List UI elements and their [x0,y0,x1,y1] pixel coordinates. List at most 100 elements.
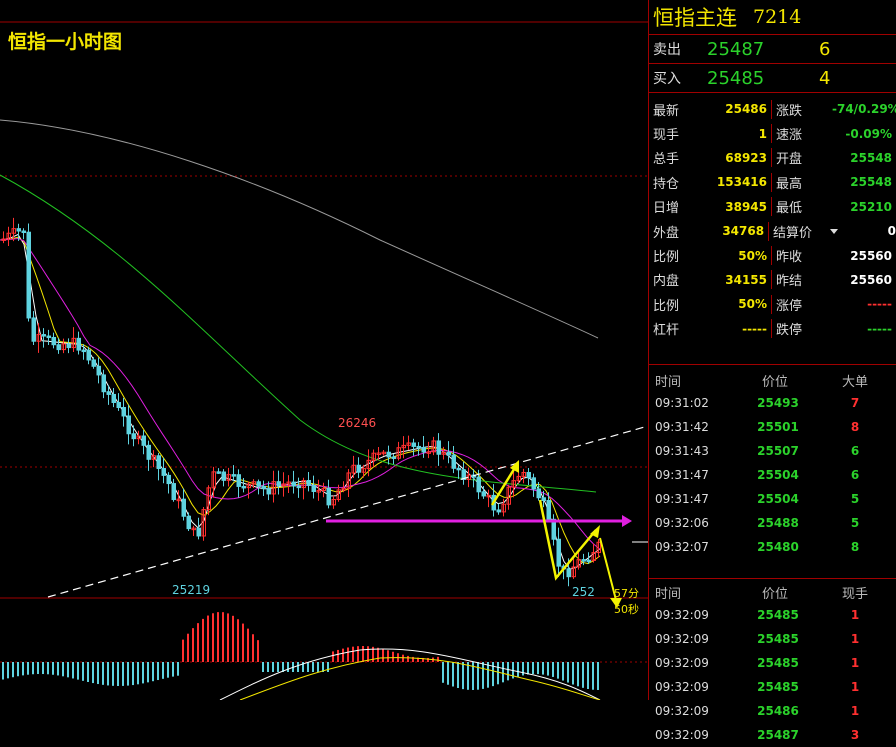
last-price-label: 252 [572,585,595,599]
candle-body [91,359,96,367]
tick-tape-section[interactable]: 时间 价位 现手 09:32:09 25485 1 09:32:09 25485 1 09:… [649,579,896,747]
dropdown-caret-icon[interactable] [829,228,838,234]
tick-row[interactable]: 09:32:09 25485 1 [649,603,896,627]
chart-canvas[interactable] [0,0,649,701]
macd-histogram [2,612,601,701]
stat-value: 68923 [725,150,767,165]
col-time: 时间 [655,586,682,602]
col-price: 价位 [761,374,788,390]
candle-body [456,467,461,471]
candle-body [231,474,236,477]
big-order-row[interactable]: 09:31:47 25504 5 [649,487,896,511]
stat-value: ----- [867,321,892,336]
candlestick-chart[interactable]: 恒指一小时图 26246 25219 252 57分50秒 [0,0,649,701]
candle-body [41,334,46,337]
row-time: 09:31:47 [655,468,709,482]
stat-row: 现手 1 速涨 -0.09% [649,121,896,145]
stat-value: -74/0.29% [832,102,896,117]
bid-row[interactable]: 买入 25485 4 [649,64,896,93]
big-order-row[interactable]: 09:31:02 25493 7 [649,391,896,415]
stat-label: 最高 [771,172,832,192]
big-order-row[interactable]: 09:31:47 25504 6 [649,463,896,487]
candle-body [391,456,396,459]
tick-row[interactable]: 09:32:09 25485 1 [649,651,896,675]
row-price: 25493 [757,396,799,410]
candle-body [386,451,391,458]
candle-body [356,464,361,473]
stat-value: 25548 [850,150,892,165]
high-price-label: 26246 [338,416,377,430]
candle-body [416,445,421,449]
stat-value: 25486 [725,102,767,117]
stat-value: 1 [758,126,767,141]
candle-body [476,476,481,493]
low-price-label: 25219 [172,583,211,597]
col-price: 价位 [761,586,788,602]
candle-body [116,402,121,409]
stat-value: ----- [742,321,767,336]
big-orders-section[interactable]: 时间 价位 大单 09:31:02 25493 7 09:31:42 25501 8 09:… [649,365,896,579]
candle-body [196,527,201,537]
candle-body [586,559,591,563]
stat-label: 昨结 [771,270,832,290]
tick-row[interactable]: 09:32:09 25486 1 [649,699,896,723]
stat-row: 比例 50% 涨停 ----- [649,292,896,316]
col-big-order: 大单 [841,374,868,390]
candle-body [56,344,61,351]
chart-title: 恒指一小时图 [8,31,123,53]
candle-body [166,474,171,485]
row-volume: 8 [850,540,860,554]
candle-body [146,444,151,460]
candle-body [241,485,246,489]
stat-value: 25210 [850,199,892,214]
candle-body [16,228,21,232]
stat-label: 开盘 [771,148,832,168]
stat-value: 25560 [850,272,892,287]
ask-row[interactable]: 卖出 25487 6 [649,35,896,64]
row-price: 25507 [757,444,799,458]
big-order-row[interactable]: 09:31:42 25501 8 [649,415,896,439]
ma-mid-line [0,236,601,565]
candle-body [131,433,136,440]
row-time: 09:32:09 [655,632,709,646]
row-volume: 1 [850,656,860,670]
stat-value: 34768 [722,224,765,239]
stat-label: 持仓 [653,176,680,192]
big-order-row[interactable]: 09:31:43 25507 6 [649,439,896,463]
stat-label: 比例 [653,250,680,266]
stat-value: 38945 [725,199,767,214]
row-volume: 5 [850,516,860,530]
stat-row: 比例 50% 昨收 25560 [649,243,896,267]
stat-label: 现手 [653,128,680,144]
stat-label: 比例 [653,298,680,314]
instrument-header[interactable]: 恒指主连 7214 [649,0,896,35]
candle-body [541,497,546,502]
row-volume: 1 [850,680,860,694]
candles [1,217,601,587]
candle-body [531,477,536,490]
candle-body [421,446,426,453]
big-order-row[interactable]: 09:32:07 25480 8 [649,535,896,559]
big-order-row[interactable]: 09:32:06 25488 5 [649,511,896,535]
candle-body [106,391,111,395]
stat-value: 25548 [850,175,892,190]
stat-label: 日增 [653,201,680,217]
tick-row[interactable]: 09:32:09 25487 3 [649,723,896,747]
row-price: 25485 [757,656,799,670]
stat-label: 涨跌 [771,99,832,119]
stat-row: 最新 25486 涨跌 -74/0.29% [649,97,896,121]
ma-long-line [0,174,597,493]
candle-body [436,440,441,455]
candle-body [181,498,186,517]
stat-row: 持仓 153416 最高 25548 [649,170,896,194]
stat-label: 内盘 [653,274,680,290]
candle-body [111,393,116,404]
row-time: 09:31:47 [655,492,709,506]
candle-body [51,336,56,346]
tick-row[interactable]: 09:32:09 25485 1 [649,627,896,651]
row-price: 25487 [757,728,799,742]
tick-tape-header: 时间 价位 现手 [649,581,896,603]
candle-body [411,442,416,447]
tick-row[interactable]: 09:32:09 25485 1 [649,675,896,699]
candle-body [296,485,301,489]
